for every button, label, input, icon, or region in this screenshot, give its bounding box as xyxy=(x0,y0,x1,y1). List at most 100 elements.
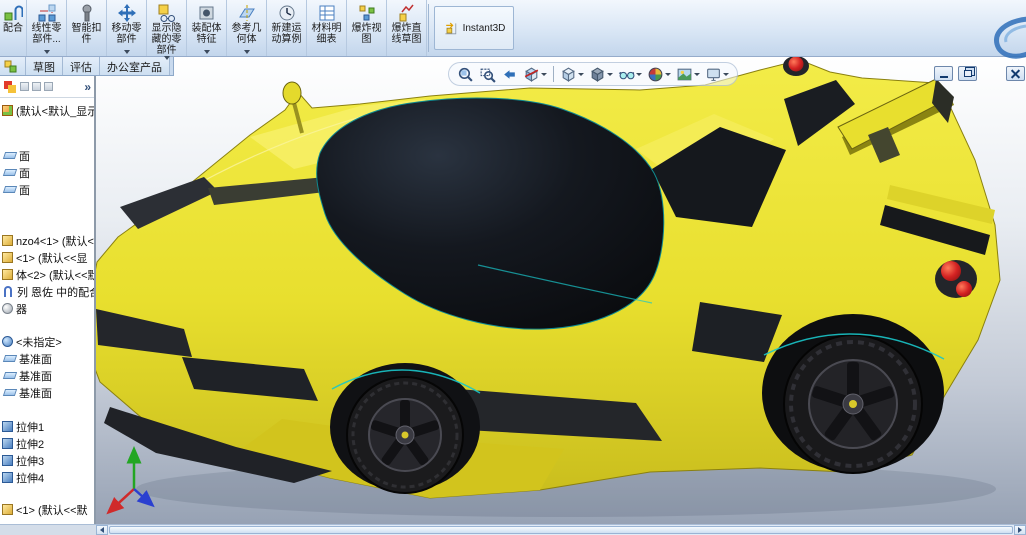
tree-item-plane[interactable]: 基准面 xyxy=(2,367,94,384)
extrude-icon xyxy=(2,472,13,483)
tree-item-sensor[interactable]: 器 xyxy=(2,300,94,317)
panel-overflow-chevron[interactable]: » xyxy=(84,80,91,94)
solidworks-window: { "toolbar": { "buttons": [ {"label": "配… xyxy=(0,0,1026,535)
instant3d-button[interactable]: Instant3D xyxy=(434,6,514,50)
feature-manager-panel: » (默认<默认_显示 面 面 面 nzo4<1> (默认<<默 <1> (默认… xyxy=(0,76,96,524)
property-manager-tab-icon[interactable] xyxy=(20,82,29,91)
graphics-viewport[interactable] xyxy=(96,57,1026,524)
tree-item-component[interactable]: <1> (默认<<默 xyxy=(2,501,94,518)
display-manager-tab-icon[interactable] xyxy=(44,82,53,91)
scroll-right-arrow-icon xyxy=(1018,527,1022,533)
tree-item-extrude[interactable]: 拉伸3 xyxy=(2,452,94,469)
sensor-icon xyxy=(2,303,13,314)
rear-wheel[interactable] xyxy=(783,334,923,474)
tab-sketch[interactable]: 草图 xyxy=(26,57,63,75)
tree-item-plane[interactable]: 基准面 xyxy=(2,350,94,367)
component-icon xyxy=(2,504,13,515)
mates-folder-icon xyxy=(4,286,12,297)
section-view-button[interactable] xyxy=(521,65,549,84)
tree-item-component[interactable]: 体<2> (默认<<默 xyxy=(2,266,94,283)
linear-component-pattern-button[interactable]: 线性零部件... xyxy=(27,0,67,56)
explode-line-sketch-icon xyxy=(399,4,414,22)
dropdown-arrow-icon xyxy=(665,72,671,76)
apply-scene-button[interactable] xyxy=(674,65,702,84)
tree-item-plane[interactable]: 基准面 xyxy=(2,384,94,401)
statusbar-corner xyxy=(0,524,96,535)
scroll-right-button[interactable] xyxy=(1014,525,1026,535)
scroll-left-button[interactable] xyxy=(96,525,108,535)
smart-fasteners-button[interactable]: 智能扣件 xyxy=(67,0,107,56)
tree-item-component[interactable]: nzo4<1> (默认<<默 xyxy=(2,232,94,249)
dropdown-arrow-icon xyxy=(723,72,729,76)
dropdown-arrow-icon xyxy=(541,72,547,76)
tree-item-plane[interactable]: 面 xyxy=(2,147,94,164)
dropdown-arrow-icon xyxy=(123,50,130,54)
feature-manager-tab-icon[interactable] xyxy=(3,80,17,94)
exploded-view-button[interactable]: 爆炸视图 xyxy=(347,0,387,56)
move-component-icon xyxy=(117,4,136,22)
plane-icon xyxy=(2,355,18,362)
apply-scene-icon xyxy=(677,68,692,80)
tree-item-extrude[interactable]: 拉伸1 xyxy=(2,418,94,435)
tab-evaluate[interactable]: 评估 xyxy=(63,57,100,75)
front-wheel[interactable] xyxy=(346,376,464,494)
component-icon xyxy=(2,269,13,280)
previous-view-button[interactable] xyxy=(499,65,520,84)
dropdown-arrow-icon xyxy=(636,72,642,76)
assembly-icon xyxy=(2,105,13,116)
display-style-button[interactable] xyxy=(587,65,615,84)
close-icon xyxy=(1011,69,1021,79)
command-manager-tabs: 草图 评估 办公室产品 xyxy=(0,57,174,76)
scrollbar-thumb[interactable] xyxy=(109,526,1013,534)
feature-manager-header: » xyxy=(0,76,94,98)
explode-line-sketch-button[interactable]: 爆炸直线草图 xyxy=(387,0,427,56)
move-component-button[interactable]: 移动零部件 xyxy=(107,0,147,56)
tree-item-plane[interactable]: 面 xyxy=(2,164,94,181)
dropdown-arrow-icon xyxy=(243,50,250,54)
reference-geometry-button[interactable]: 参考几何体 xyxy=(227,0,267,56)
zoom-fit-button[interactable] xyxy=(455,65,476,84)
window-restore-button[interactable] xyxy=(958,66,977,81)
assembly-features-icon xyxy=(199,6,213,20)
zoom-area-icon xyxy=(480,68,496,83)
plane-icon xyxy=(2,372,18,379)
window-minimize-button[interactable] xyxy=(934,66,953,81)
edit-appearance-icon xyxy=(648,67,663,81)
view-orientation-button[interactable] xyxy=(558,65,586,84)
assembly-features-button[interactable]: 装配体特征 xyxy=(187,0,227,56)
tab-assembly[interactable] xyxy=(0,57,26,75)
linear-component-pattern-icon xyxy=(38,4,55,22)
hide-show-items-button[interactable] xyxy=(616,65,644,84)
tab-office-products[interactable]: 办公室产品 xyxy=(100,57,170,75)
tree-item-mates[interactable]: 列 恩佐 中的配合 xyxy=(2,283,94,300)
configuration-manager-tab-icon[interactable] xyxy=(32,82,41,91)
show-hidden-components-button[interactable]: 显示隐藏的零部件 xyxy=(147,0,187,60)
tree-item-material[interactable]: <未指定> xyxy=(2,333,94,350)
tree-item-extrude[interactable]: 拉伸2 xyxy=(2,435,94,452)
previous-view-icon xyxy=(504,69,515,79)
dropdown-arrow-icon xyxy=(163,56,170,60)
section-view-icon xyxy=(524,67,539,82)
tree-item-component[interactable]: <1> (默认<<显 xyxy=(2,249,94,266)
tree-item-plane[interactable]: 面 xyxy=(2,181,94,198)
minimize-icon xyxy=(939,76,948,78)
bill-of-materials-button[interactable]: 材料明细表 xyxy=(307,0,347,56)
material-icon xyxy=(2,336,13,347)
reference-geometry-icon xyxy=(238,5,255,21)
graphics-area[interactable] xyxy=(96,57,1026,524)
toolbar-separator xyxy=(428,4,429,52)
tree-item-extrude[interactable]: 拉伸4 xyxy=(2,469,94,486)
edit-appearance-button[interactable] xyxy=(645,65,673,84)
mate-button[interactable]: 配合 xyxy=(0,0,27,56)
horizontal-scrollbar xyxy=(96,524,1026,535)
zoom-area-button[interactable] xyxy=(477,65,498,84)
dropdown-arrow-icon xyxy=(694,72,700,76)
window-close-button[interactable] xyxy=(1006,66,1025,81)
new-motion-study-button[interactable]: 新建运动算例 xyxy=(267,0,307,56)
dropdown-arrow-icon xyxy=(607,72,613,76)
tree-item-assembly-root[interactable]: (默认<默认_显示 xyxy=(2,102,94,119)
extrude-icon xyxy=(2,421,13,432)
mate-icon xyxy=(4,5,23,21)
view-settings-button[interactable] xyxy=(703,65,731,84)
instant3d-icon xyxy=(444,22,456,34)
